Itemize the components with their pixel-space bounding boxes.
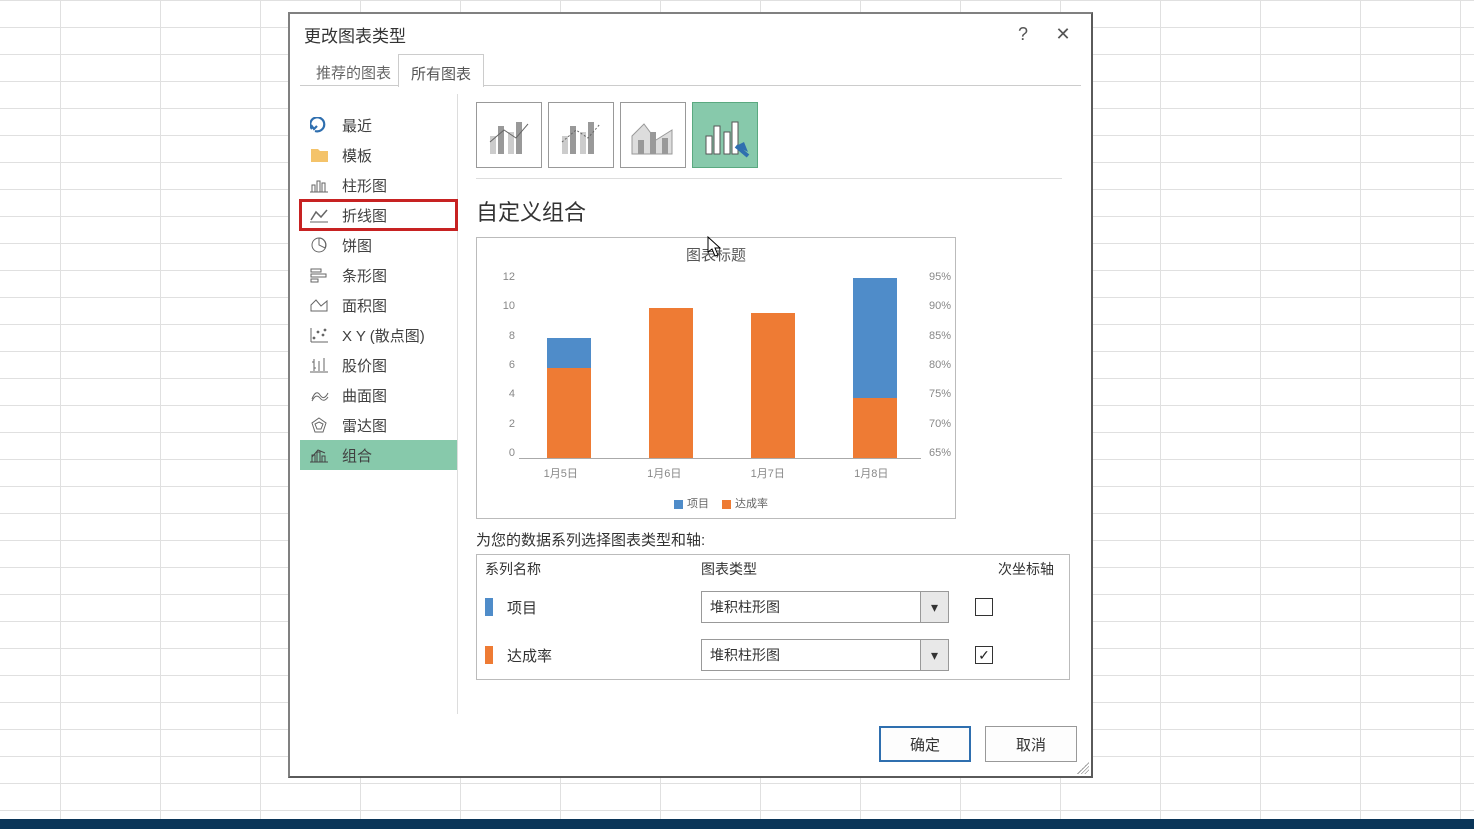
series-swatch [485,646,493,664]
cat-combo[interactable]: 组合 [300,440,457,470]
series-row-1: 达成率 堆积柱形图 ▾ ✓ [477,631,1069,679]
dialog-footer: 确定 取消 [879,726,1077,762]
combo-title: 自定义组合 [476,195,1081,227]
combo-subtype-gallery [476,102,1081,168]
plot-area [519,275,921,459]
surface-chart-icon [310,385,330,405]
close-button[interactable]: ✕ [1043,15,1083,53]
series-swatch [485,598,493,616]
chevron-down-icon: ▾ [920,640,948,670]
cat-radar[interactable]: 雷达图 [300,410,457,440]
subtype-clustered-column-line[interactable] [476,102,542,168]
tab-all-charts[interactable]: 所有图表 [398,54,484,87]
bar-0 [547,338,591,458]
cat-pie[interactable]: 饼图 [300,230,457,260]
dialog-titlebar: 更改图表类型 ? ✕ [290,14,1091,54]
series-1-type-dropdown[interactable]: 堆积柱形图 ▾ [701,639,949,671]
series-name: 项目 [507,597,701,618]
chart-title: 图表标题 [481,244,951,265]
subtype-stacked-area-column[interactable] [620,102,686,168]
chart-preview[interactable]: 图表标题 12 10 8 6 4 2 0 95% 90% 85% [476,237,956,519]
series-0-type-dropdown[interactable]: 堆积柱形图 ▾ [701,591,949,623]
header-secondary-axis: 次坐标轴 [991,559,1061,579]
x-axis: 1月5日1月6日1月7日1月8日 [509,465,923,481]
series-1-secondary-checkbox[interactable]: ✓ [975,646,993,664]
tab-recommended[interactable]: 推荐的图表 [304,54,403,87]
ok-button[interactable]: 确定 [879,726,971,762]
series-table: 系列名称 图表类型 次坐标轴 项目 堆积柱形图 ▾ 达成率 [476,554,1070,680]
series-0-secondary-checkbox[interactable] [975,598,993,616]
bar-2 [751,313,795,459]
cat-column[interactable]: 柱形图 [300,170,457,200]
resize-grip[interactable] [1077,762,1089,774]
column-chart-icon [310,175,330,195]
help-button[interactable]: ? [1003,15,1043,53]
recent-icon [310,115,330,135]
cat-bar[interactable]: 条形图 [300,260,457,290]
area-chart-icon [310,295,330,315]
cancel-button[interactable]: 取消 [985,726,1077,762]
bar-3 [853,278,897,458]
stock-chart-icon [310,355,330,375]
chevron-down-icon: ▾ [920,592,948,622]
bar-chart-icon [310,265,330,285]
chart-category-list: 最近 模板 柱形图 折线图 饼图 条形图 [300,94,458,714]
cat-stock[interactable]: 股价图 [300,350,457,380]
cat-recent[interactable]: 最近 [300,110,457,140]
series-row-0: 项目 堆积柱形图 ▾ [477,583,1069,631]
header-chart-type: 图表类型 [701,559,991,579]
y-axis-left: 12 10 8 6 4 2 0 [485,271,515,459]
cat-surface[interactable]: 曲面图 [300,380,457,410]
chart-legend: 项目 达成率 [481,495,951,511]
bar-1 [649,308,693,458]
line-chart-icon [310,205,330,225]
y-axis-right: 95% 90% 85% 80% 75% 70% 65% [929,271,959,459]
series-header-row: 系列名称 图表类型 次坐标轴 [477,555,1069,583]
tab-bar: 推荐的图表 所有图表 [300,54,1081,86]
series-prompt: 为您的数据系列选择图表类型和轴: [476,529,1081,550]
cat-line[interactable]: 折线图 [300,200,457,230]
subtype-clustered-column-line-secondary[interactable] [548,102,614,168]
radar-chart-icon [310,415,330,435]
scatter-chart-icon [310,325,330,345]
series-name: 达成率 [507,645,701,666]
change-chart-type-dialog: 更改图表类型 ? ✕ 推荐的图表 所有图表 最近 模板 柱形图 折线图 [288,12,1093,778]
cat-area[interactable]: 面积图 [300,290,457,320]
subtype-custom-combo[interactable] [692,102,758,168]
cat-template[interactable]: 模板 [300,140,457,170]
header-series-name: 系列名称 [485,559,701,579]
dialog-title-text: 更改图表类型 [304,22,406,47]
combo-chart-icon [310,445,330,465]
folder-icon [310,145,330,165]
chart-options-pane: 自定义组合 图表标题 12 10 8 6 4 2 0 95% [458,94,1081,714]
cat-scatter[interactable]: X Y (散点图) [300,320,457,350]
pie-chart-icon [310,235,330,255]
